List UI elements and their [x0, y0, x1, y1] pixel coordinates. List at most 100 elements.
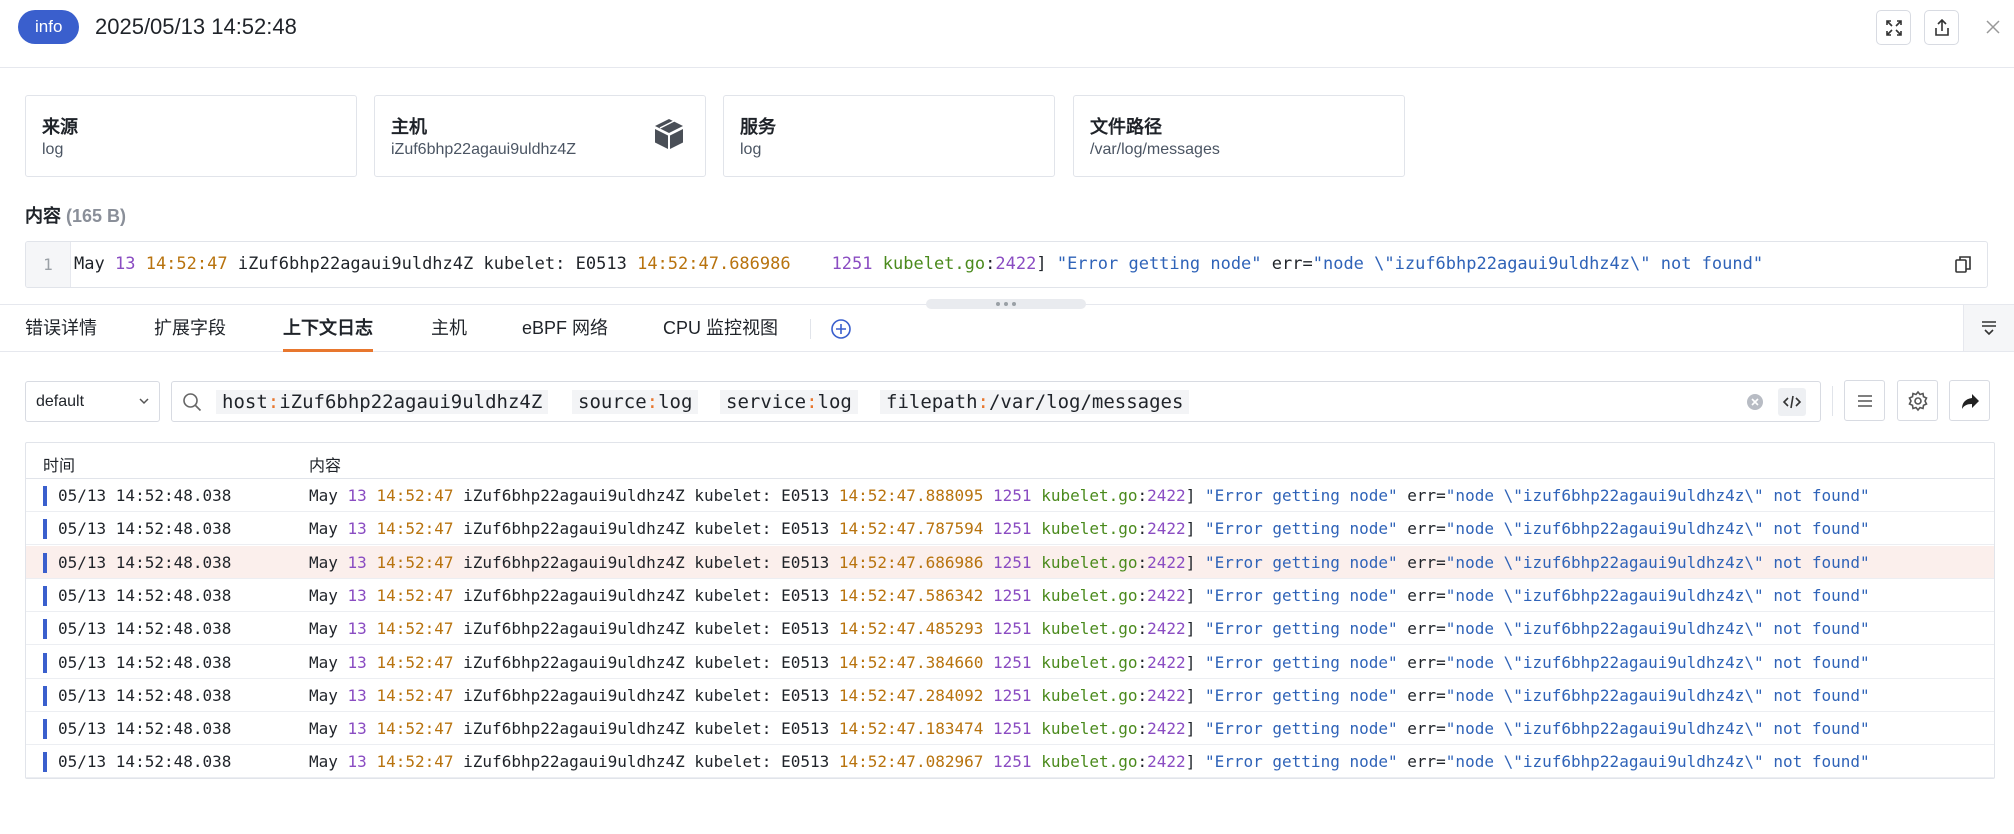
content-size: (165 B): [66, 206, 127, 226]
row-time: 05/13 14:52:48.038: [58, 752, 232, 772]
log-colon: :: [1137, 552, 1148, 572]
share-arrow-icon: [1961, 393, 1979, 409]
jump-button[interactable]: [1949, 380, 1990, 421]
log-file: kubelet.go: [1041, 752, 1138, 772]
log-errval: "node \"izuf6bhp22agaui9uldhz4z\" not fo…: [1445, 752, 1870, 772]
log-day: 13: [347, 519, 367, 539]
log-errkey: err=: [1407, 519, 1446, 539]
log-host: iZuf6bhp22agaui9uldhz4Z: [463, 652, 685, 672]
content-title: 内容 (165 B): [25, 202, 126, 228]
filter-chip-filepath[interactable]: filepath:/var/log/messages: [880, 390, 1190, 414]
filter-chip-host[interactable]: host:iZuf6bhp22agaui9uldhz4Z: [216, 390, 549, 414]
close-button[interactable]: [1979, 13, 2007, 41]
table-row[interactable]: 05/13 14:52:48.038 May 13 14:52:47 iZuf6b…: [26, 579, 1994, 612]
log-pid: 1251: [993, 619, 1032, 639]
log-code: E0513: [781, 719, 830, 739]
log-errkey: err=: [1407, 585, 1446, 605]
host-card[interactable]: 主机 iZuf6bhp22agaui9uldhz4Z: [374, 95, 706, 177]
fullscreen-button[interactable]: [1876, 10, 1911, 45]
log-host: iZuf6bhp22agaui9uldhz4Z: [463, 585, 685, 605]
content-line: May 13 14:52:47 iZuf6bhp22agaui9uldhz4Z …: [74, 242, 1763, 287]
table-row[interactable]: 05/13 14:52:48.038 May 13 14:52:47 iZuf6b…: [26, 745, 1994, 778]
log-month: May: [309, 585, 338, 605]
tab-extended-fields[interactable]: 扩展字段: [154, 317, 226, 339]
chip-value: iZuf6bhp22agaui9uldhz4Z: [279, 391, 543, 413]
card-label: 主机: [391, 117, 427, 137]
log-errval: "node \"izuf6bhp22agaui9uldhz4z\" not fo…: [1445, 585, 1870, 605]
code-mode-button[interactable]: [1778, 388, 1806, 416]
collapse-icon: [1982, 321, 1996, 336]
log-errkey: err=: [1407, 486, 1446, 505]
log-lineno: 2422: [1147, 685, 1186, 705]
log-colon: :: [1137, 652, 1148, 672]
log-pid: 1251: [993, 685, 1032, 705]
clear-icon[interactable]: [1746, 393, 1764, 411]
log-pid: 1251: [831, 254, 873, 274]
log-day: 13: [114, 254, 136, 274]
log-month: May: [74, 254, 105, 274]
log-msg: "Error getting node": [1204, 519, 1398, 539]
resize-handle[interactable]: [926, 299, 1086, 309]
log-host: iZuf6bhp22agaui9uldhz4Z: [463, 486, 685, 505]
table-row[interactable]: 05/13 14:52:48.038 May 13 14:52:47 iZuf6b…: [26, 612, 1994, 646]
filter-chip-service[interactable]: service:log: [720, 390, 858, 414]
settings-button[interactable]: [1897, 380, 1938, 421]
log-msg: "Error getting node": [1056, 254, 1262, 274]
share-button[interactable]: [1924, 10, 1959, 45]
log-pid: 1251: [993, 552, 1032, 572]
log-code: E0513: [781, 585, 830, 605]
log-lineno: 2422: [1147, 719, 1186, 739]
table-row[interactable]: 05/13 14:52:48.038 May 13 14:52:47 iZuf6b…: [26, 479, 1994, 512]
log-bracket: ]: [1185, 719, 1196, 739]
filter-search-bar[interactable]: host:iZuf6bhp22agaui9uldhz4Z source:log …: [171, 381, 1821, 422]
card-value: log: [740, 141, 762, 158]
log-lineno: 2422: [995, 254, 1037, 274]
tab-cpu-monitor[interactable]: CPU 监控视图: [663, 317, 778, 339]
level-indicator: [43, 619, 47, 640]
filter-chip-source[interactable]: source:log: [572, 390, 699, 414]
code-icon: [1782, 395, 1802, 409]
row-content: May 13 14:52:47 iZuf6bhp22agaui9uldhz4Z …: [309, 612, 1870, 645]
log-pid: 1251: [993, 719, 1032, 739]
log-colon: :: [1137, 519, 1148, 539]
log-colon: :: [1137, 685, 1148, 705]
service-card: 服务 log: [723, 95, 1055, 177]
log-errval: "node \"izuf6bhp22agaui9uldhz4z\" not fo…: [1445, 652, 1870, 672]
tab-error-detail[interactable]: 错误详情: [25, 317, 97, 339]
collapse-button[interactable]: [1963, 305, 2014, 351]
log-proc: kubelet:: [694, 552, 772, 572]
index-select-value: default: [36, 393, 85, 410]
log-file: kubelet.go: [1041, 519, 1138, 539]
log-day: 13: [347, 552, 367, 572]
row-time: 05/13 14:52:48.038: [58, 519, 232, 539]
log-day: 13: [347, 652, 367, 672]
add-tab-icon[interactable]: [830, 318, 852, 340]
log-file: kubelet.go: [1041, 552, 1138, 572]
table-row[interactable]: 05/13 14:52:48.038 May 13 14:52:47 iZuf6b…: [26, 646, 1994, 679]
card-label: 来源: [42, 117, 78, 137]
table-row[interactable]: 05/13 14:52:48.038 May 13 14:52:47 iZuf6b…: [26, 712, 1994, 746]
log-errval: "node \"izuf6bhp22agaui9uldhz4z\" not fo…: [1445, 552, 1870, 572]
copy-icon[interactable]: [1953, 254, 1973, 274]
log-month: May: [309, 552, 338, 572]
log-bracket: ]: [1185, 652, 1196, 672]
log-colon: :: [1137, 585, 1148, 605]
card-value: iZuf6bhp22agaui9uldhz4Z: [391, 141, 577, 158]
list-view-button[interactable]: [1844, 380, 1885, 421]
tab-ebpf-network[interactable]: eBPF 网络: [522, 317, 608, 339]
table-row[interactable]: 05/13 14:52:48.038 May 13 14:52:47 iZuf6b…: [26, 545, 1994, 579]
table-row[interactable]: 05/13 14:52:48.038 May 13 14:52:47 iZuf6b…: [26, 512, 1994, 546]
tab-host[interactable]: 主机: [431, 317, 467, 339]
log-proc: kubelet:: [694, 519, 772, 539]
tab-context-log[interactable]: 上下文日志: [283, 317, 373, 352]
log-ts: 14:52:47.082967: [838, 752, 984, 772]
log-time: 14:52:47: [376, 585, 454, 605]
log-msg: "Error getting node": [1204, 652, 1398, 672]
source-card: 来源 log: [25, 95, 357, 177]
list-icon: [1857, 394, 1872, 407]
log-lineno: 2422: [1147, 752, 1186, 772]
log-errkey: err=: [1407, 619, 1446, 639]
table-row[interactable]: 05/13 14:52:48.038 May 13 14:52:47 iZuf6b…: [26, 679, 1994, 712]
index-select[interactable]: default: [25, 381, 160, 422]
card-label: 文件路径: [1090, 117, 1162, 137]
